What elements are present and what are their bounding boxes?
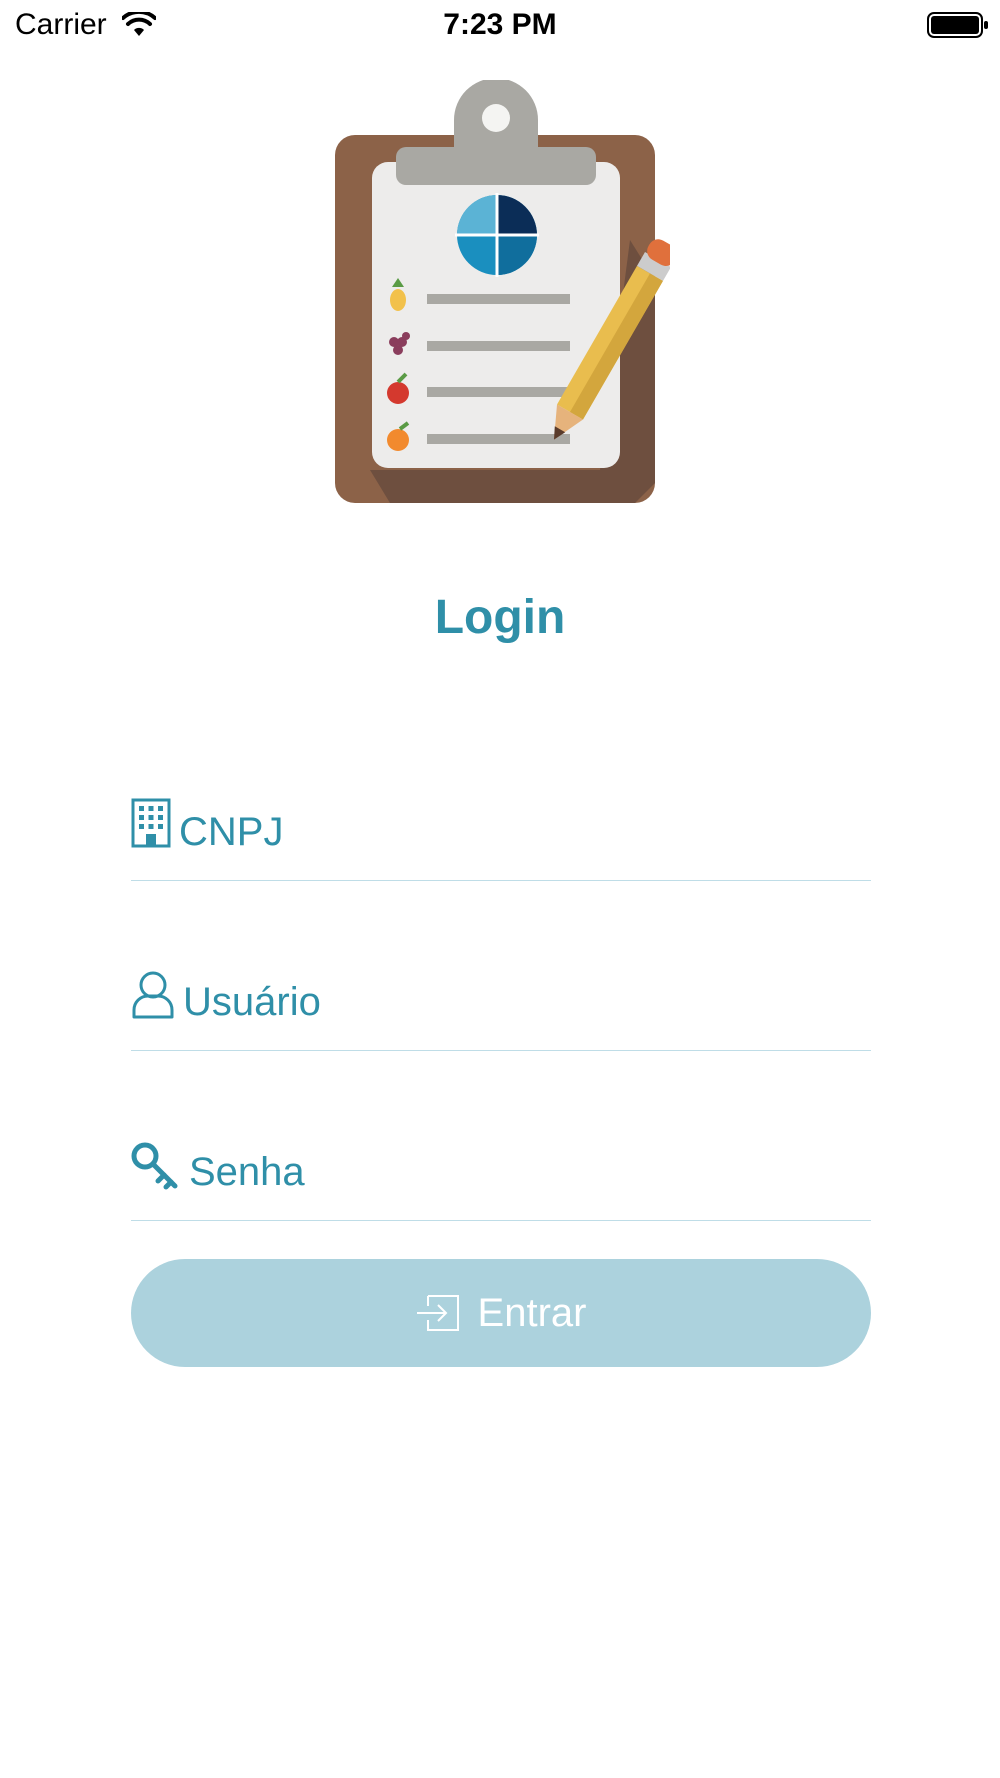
battery-icon — [927, 12, 988, 38]
clipboard-checklist-logo — [335, 80, 670, 503]
login-enter-icon — [416, 1295, 459, 1331]
cnpj-input[interactable] — [179, 802, 739, 862]
status-bar: Carrier 7:23 PM — [0, 0, 1000, 50]
key-icon — [131, 1142, 178, 1190]
building-icon — [131, 798, 171, 848]
user-icon — [132, 971, 174, 1019]
username-input[interactable] — [183, 972, 743, 1032]
username-field[interactable] — [131, 950, 871, 1051]
password-field[interactable] — [131, 1120, 871, 1221]
status-time: 7:23 PM — [443, 8, 557, 41]
cnpj-field[interactable] — [131, 780, 871, 881]
password-input[interactable] — [189, 1142, 749, 1202]
page-title: Login — [434, 591, 566, 644]
enter-button-label: Entrar — [477, 1290, 587, 1335]
enter-button[interactable]: Entrar — [131, 1259, 871, 1367]
